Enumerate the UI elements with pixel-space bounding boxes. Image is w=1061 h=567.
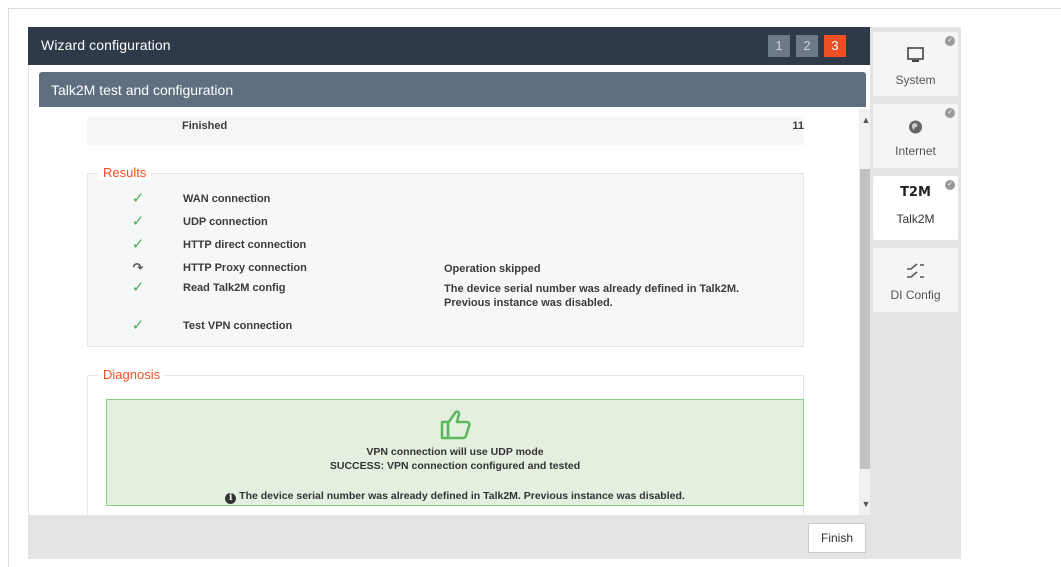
diagnosis-mode-text: VPN connection will use UDP mode [366,446,544,458]
diagnosis-legend: Diagnosis [98,367,166,382]
result-row-wan: ✓ WAN connection [88,191,803,211]
nav-item-system[interactable]: ✓ System [873,32,958,96]
wizard-window: Wizard configuration 1 2 3 Talk2M test a… [0,0,1061,567]
results-group: Results ✓ WAN connection ✓ UDP connectio… [87,165,804,347]
result-message-line2: Previous instance was disabled. [444,297,613,309]
scroll-content: Finished 11 Results ✓ WAN connection ✓ U… [39,107,861,515]
result-name: UDP connection [183,216,268,228]
page-border [8,8,9,567]
finished-count: 11 [792,120,804,132]
step-1-indicator[interactable]: 1 [768,35,790,57]
skip-arrow-icon: ↷ [132,260,144,275]
diagnosis-group: Diagnosis VPN connection will use UDP mo… [87,367,804,515]
result-name: Read Talk2M config [183,282,286,294]
section-header: Talk2M test and configuration [39,72,866,107]
wizard-title: Wizard configuration [41,37,171,53]
finish-button[interactable]: Finish [808,523,866,553]
monitor-icon [907,47,924,62]
globe-icon [909,120,922,134]
results-legend: Results [98,165,152,180]
nav-item-di-config[interactable]: DI Config [873,248,958,312]
step-3-indicator[interactable]: 3 [824,35,846,57]
result-message: The device serial number was already def… [444,282,739,310]
diagnosis-success-text: SUCCESS: VPN connection configured and t… [329,460,581,472]
nav-label: DI Config [890,288,941,302]
page-border [8,8,1061,9]
result-row-http-proxy: ↷ HTTP Proxy connection Operation skippe… [88,260,803,280]
diagnosis-note-text: The device serial number was already def… [239,490,685,502]
nav-label: Talk2M [896,212,935,226]
section-title: Talk2M test and configuration [51,82,234,98]
diagnosis-success-panel: VPN connection will use UDP mode SUCCESS… [106,399,804,506]
t2m-logo: T2M [900,185,931,200]
result-name: HTTP Proxy connection [183,262,307,274]
result-row-udp: ✓ UDP connection [88,214,803,234]
finished-label: Finished [182,120,228,132]
main-panel: Talk2M test and configuration Finished 1… [28,65,873,515]
diagnosis-note: i The device serial number was already de… [107,490,803,504]
result-row-vpn: ✓ Test VPN connection [88,318,803,338]
result-name: Test VPN connection [183,320,293,332]
info-icon: i [225,493,237,504]
result-row-http-direct: ✓ HTTP direct connection [88,237,803,257]
result-message: Operation skipped [444,263,541,275]
result-name: WAN connection [183,193,271,205]
nav-label: System [895,73,936,87]
switch-icon [907,263,924,278]
checkmark-icon: ✓ [131,213,145,230]
step-2-indicator[interactable]: 2 [796,35,818,57]
thumbs-up-icon [440,410,471,440]
side-nav: ✓ System ✓ Internet ✓ T2M Talk2M DI Conf… [870,27,961,515]
result-name: HTTP direct connection [183,239,307,251]
wizard-footer: Finish [28,515,961,559]
checkmark-icon: ✓ [131,279,145,296]
checkmark-icon: ✓ [131,190,145,207]
checkmark-icon: ✓ [131,236,145,253]
finished-summary-row: Finished 11 [87,117,804,145]
wizard-header: Wizard configuration 1 2 3 [28,27,870,65]
nav-item-internet[interactable]: ✓ Internet [873,104,958,168]
result-message-line1: The device serial number was already def… [444,283,740,295]
nav-label: Internet [895,144,936,158]
checkmark-icon: ✓ [131,317,145,334]
nav-item-talk2m[interactable]: ✓ T2M Talk2M [873,176,958,240]
result-row-read-config: ✓ Read Talk2M config The device serial n… [88,280,803,314]
